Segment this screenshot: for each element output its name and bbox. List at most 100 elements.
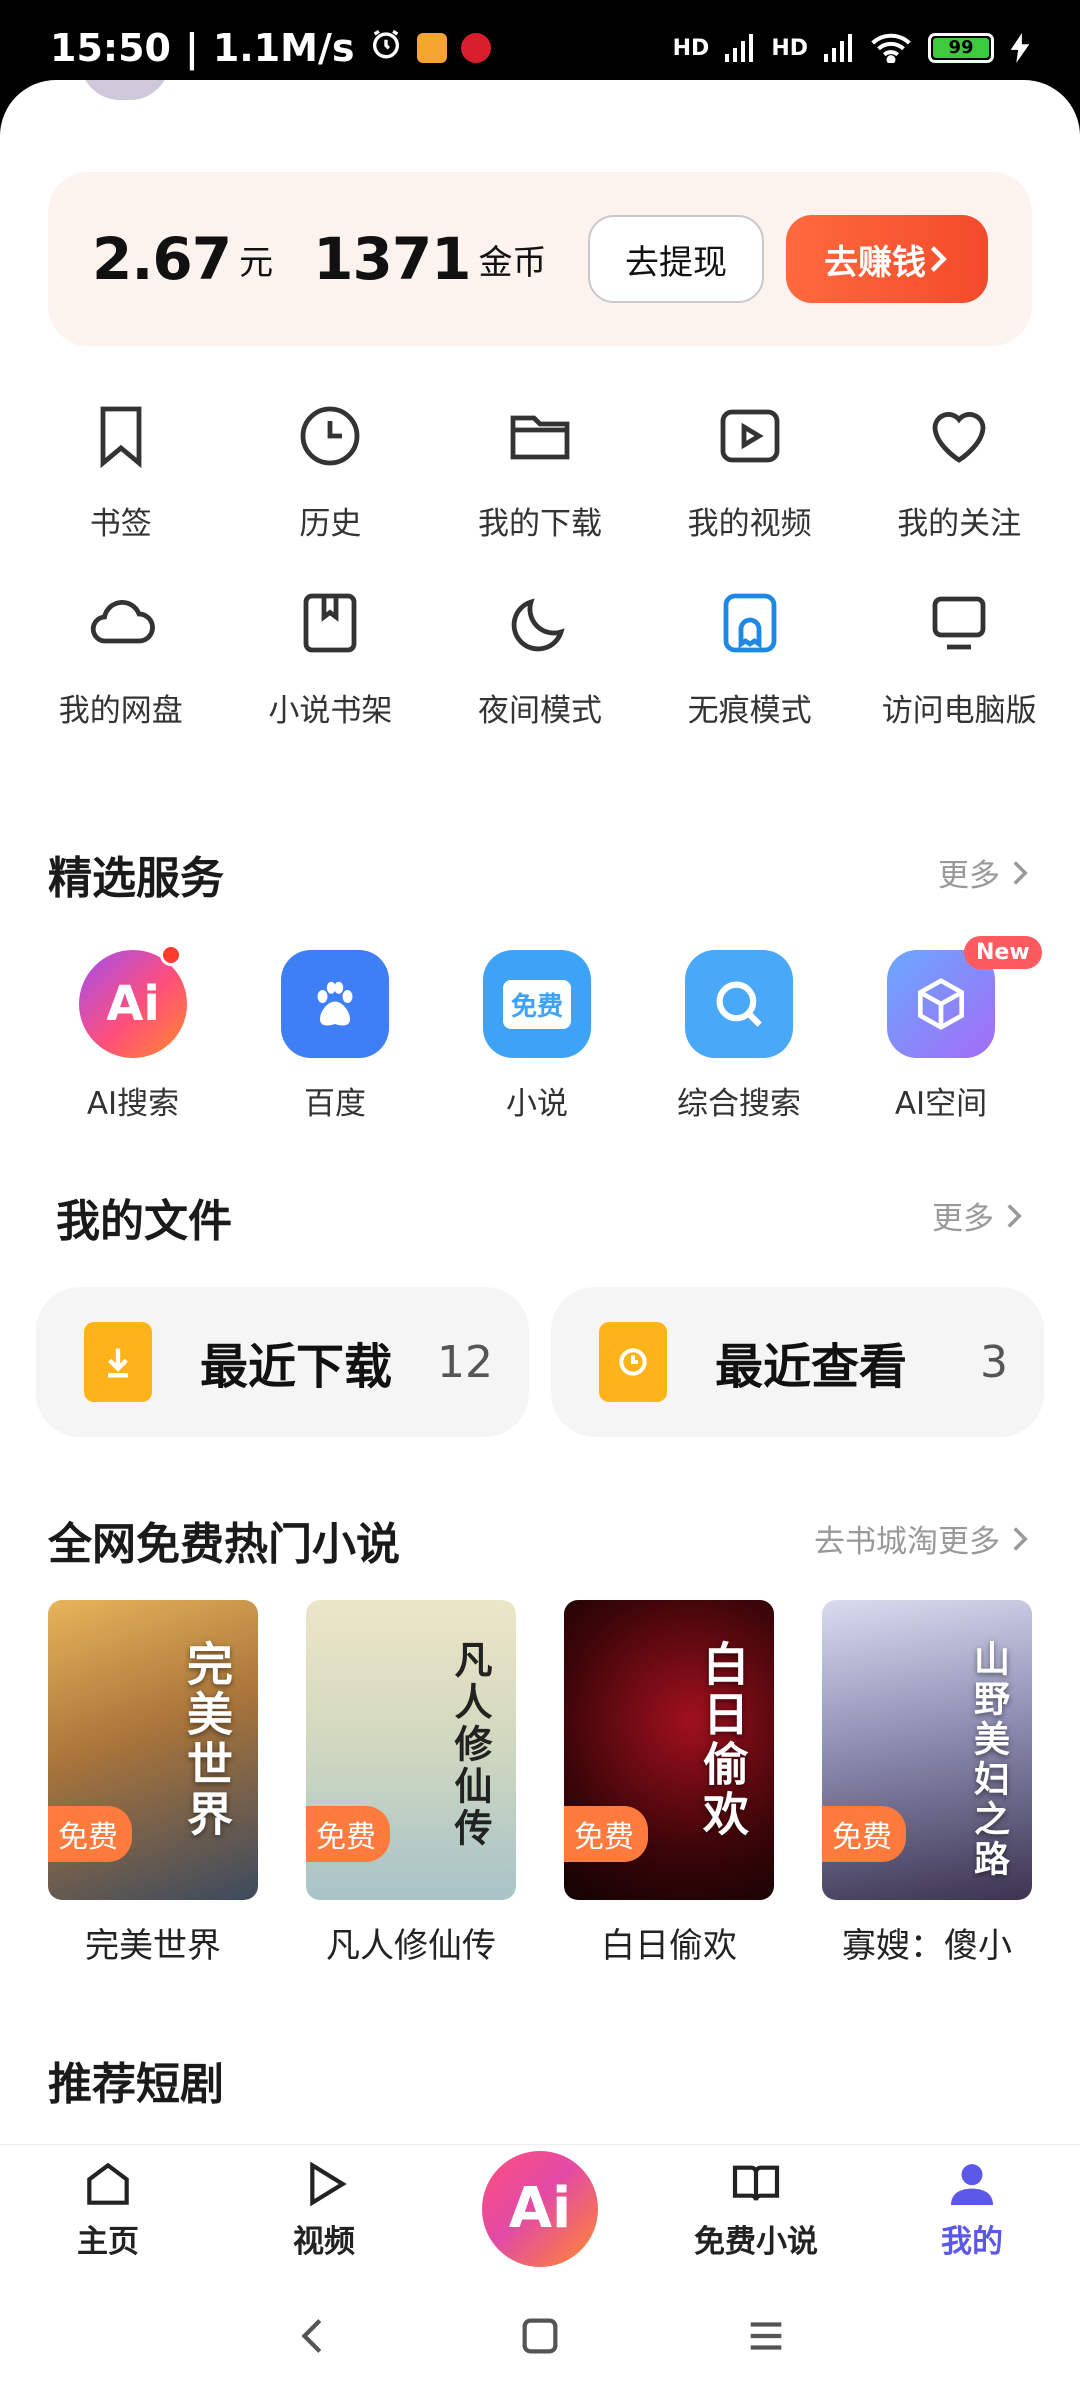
recent-downloads-card[interactable]: 最近下载 12 [36, 1287, 529, 1437]
services-more-link[interactable]: 更多 [938, 850, 1030, 895]
earn-label: 去赚钱 [824, 242, 926, 283]
quick-item-label: 我的下载 [477, 506, 602, 542]
back-icon[interactable] [291, 2313, 337, 2359]
home-square-icon[interactable] [517, 2313, 563, 2359]
system-nav-bar [0, 2272, 1080, 2400]
folder-icon [510, 415, 570, 460]
monitor-icon [932, 596, 986, 650]
recent-views-count: 3 [980, 1336, 1008, 1388]
notification-app-icon [416, 33, 447, 63]
service-label: AI空间 [894, 1086, 988, 1122]
moon-icon [511, 598, 565, 652]
wifi-icon [871, 33, 911, 63]
open-book-icon [732, 2165, 780, 2201]
charging-icon [1010, 33, 1030, 63]
nav-home[interactable]: 主页 [0, 2156, 216, 2261]
service-label: 综合搜索 [677, 1086, 801, 1122]
novels-more-link[interactable]: 去书城淘更多 [814, 1516, 1030, 1561]
quick-item-follows[interactable]: 我的关注 [854, 400, 1064, 543]
novel-title: 凡人修仙传 [326, 1926, 496, 1966]
novel-cover-title: 凡人修仙传 [448, 1640, 492, 1850]
menu-icon[interactable] [743, 2313, 789, 2359]
quick-item-label: 我的网盘 [58, 693, 183, 729]
video-icon [720, 409, 779, 463]
service-ai-space[interactable]: New AI空间 [840, 936, 1042, 1123]
featured-services: Ai AI搜索 百度 免费 小说 综合搜索 New AI空间 [32, 936, 1042, 1123]
quick-item-videos[interactable]: 我的视频 [645, 400, 855, 543]
book-shelf-icon [303, 593, 357, 653]
quick-item-bookmark[interactable]: 书签 [16, 400, 226, 543]
withdraw-button[interactable]: 去提现 [588, 215, 764, 303]
recent-downloads-count: 12 [437, 1336, 493, 1388]
bookmark-icon [100, 406, 142, 469]
clock-icon [300, 406, 360, 466]
nav-free-novel[interactable]: 免费小说 [648, 2156, 864, 2261]
battery-level: 99 [933, 38, 989, 58]
service-combined-search[interactable]: 综合搜索 [638, 950, 840, 1123]
novel-card[interactable]: 凡人修仙传 免费 凡人修仙传 [306, 1600, 516, 1967]
alarm-icon [369, 26, 403, 70]
dramas-title: 推荐短剧 [48, 2059, 224, 2110]
user-icon [951, 2164, 993, 2205]
novel-cover-title: 山野美妇之路 [968, 1640, 1009, 1880]
nav-ai[interactable]: Ai [432, 2150, 648, 2267]
nav-video[interactable]: 视频 [216, 2156, 432, 2261]
quick-item-cloud-drive[interactable]: 我的网盘 [16, 587, 226, 730]
chevron-right-icon [1007, 1203, 1022, 1228]
quick-item-downloads[interactable]: 我的下载 [435, 400, 645, 543]
novel-card[interactable]: 白日偷欢 免费 白日偷欢 [564, 1600, 774, 1967]
play-icon [310, 2161, 347, 2207]
bottom-nav: 主页 视频 Ai 免费小说 我的 [0, 2144, 1080, 2272]
files-more-link[interactable]: 更多 [932, 1193, 1024, 1238]
novel-cover: 完美世界 免费 [48, 1600, 258, 1900]
novel-card[interactable]: 完美世界 免费 完美世界 [48, 1600, 258, 1967]
free-tag: 免费 [306, 1806, 390, 1862]
nav-label: 主页 [77, 2224, 139, 2260]
earn-money-button[interactable]: 去赚钱 [786, 215, 988, 303]
quick-item-label: 访问电脑版 [881, 693, 1037, 729]
battery-icon: 99 [928, 33, 994, 63]
recent-views-card[interactable]: 最近查看 3 [551, 1287, 1044, 1437]
quick-item-label: 历史 [299, 506, 362, 542]
quick-item-desktop-site[interactable]: 访问电脑版 [854, 587, 1064, 730]
quick-item-incognito[interactable]: 无痕模式 [645, 587, 855, 730]
avatar[interactable] [80, 80, 170, 100]
novel-cover: 凡人修仙传 免费 [306, 1600, 516, 1900]
my-files: 最近下载 12 最近查看 3 [36, 1287, 1044, 1437]
free-tag: 免费 [564, 1806, 648, 1862]
service-label: 百度 [304, 1086, 366, 1122]
quick-item-label: 我的视频 [687, 506, 812, 542]
coins-unit: 金币 [478, 242, 547, 283]
home-icon [87, 2162, 129, 2205]
novels-title: 全网免费热门小说 [48, 1519, 400, 1570]
heart-icon [932, 412, 986, 463]
novel-cover-title: 完美世界 [180, 1640, 234, 1840]
chevron-right-icon [1013, 860, 1028, 885]
nav-mine[interactable]: 我的 [864, 2156, 1080, 2261]
signal-hd-label: HD [672, 35, 710, 61]
quick-actions-grid: 书签 历史 我的下载 我的视频 我的关注 我的网盘 小说书架 夜间模式 无痕模式… [16, 400, 1064, 730]
signal-hd-label-2: HD [771, 35, 808, 61]
download-file-icon [84, 1322, 152, 1402]
status-separator: | [184, 26, 199, 70]
quick-item-label: 夜间模式 [477, 693, 602, 729]
novel-cover: 山野美妇之路 免费 [822, 1600, 1032, 1900]
nav-label: 免费小说 [694, 2224, 818, 2260]
quick-item-night-mode[interactable]: 夜间模式 [435, 587, 645, 730]
quick-item-label: 无痕模式 [687, 693, 812, 729]
service-ai-search[interactable]: Ai AI搜索 [32, 944, 234, 1123]
chevron-right-icon [930, 246, 947, 272]
quick-item-label: 我的关注 [897, 506, 1022, 542]
quick-item-novel-shelf[interactable]: 小说书架 [226, 587, 436, 730]
service-baidu[interactable]: 百度 [234, 950, 436, 1123]
quick-item-label: 小说书架 [268, 693, 393, 729]
wallet-card: 2.67 元 1371 金币 去提现 去赚钱 [48, 172, 1032, 346]
balance-amount: 2.67 [92, 225, 232, 293]
nav-label: 我的 [941, 2224, 1003, 2260]
service-novel[interactable]: 免费 小说 [436, 950, 638, 1123]
novel-title: 白日偷欢 [601, 1926, 737, 1966]
novel-card[interactable]: 山野美妇之路 免费 寡嫂：傻小 [822, 1600, 1032, 1967]
novel-cover-title: 白日偷欢 [696, 1640, 750, 1840]
quick-item-history[interactable]: 历史 [226, 400, 436, 543]
ai-search-glyph: Ai [106, 976, 160, 1032]
